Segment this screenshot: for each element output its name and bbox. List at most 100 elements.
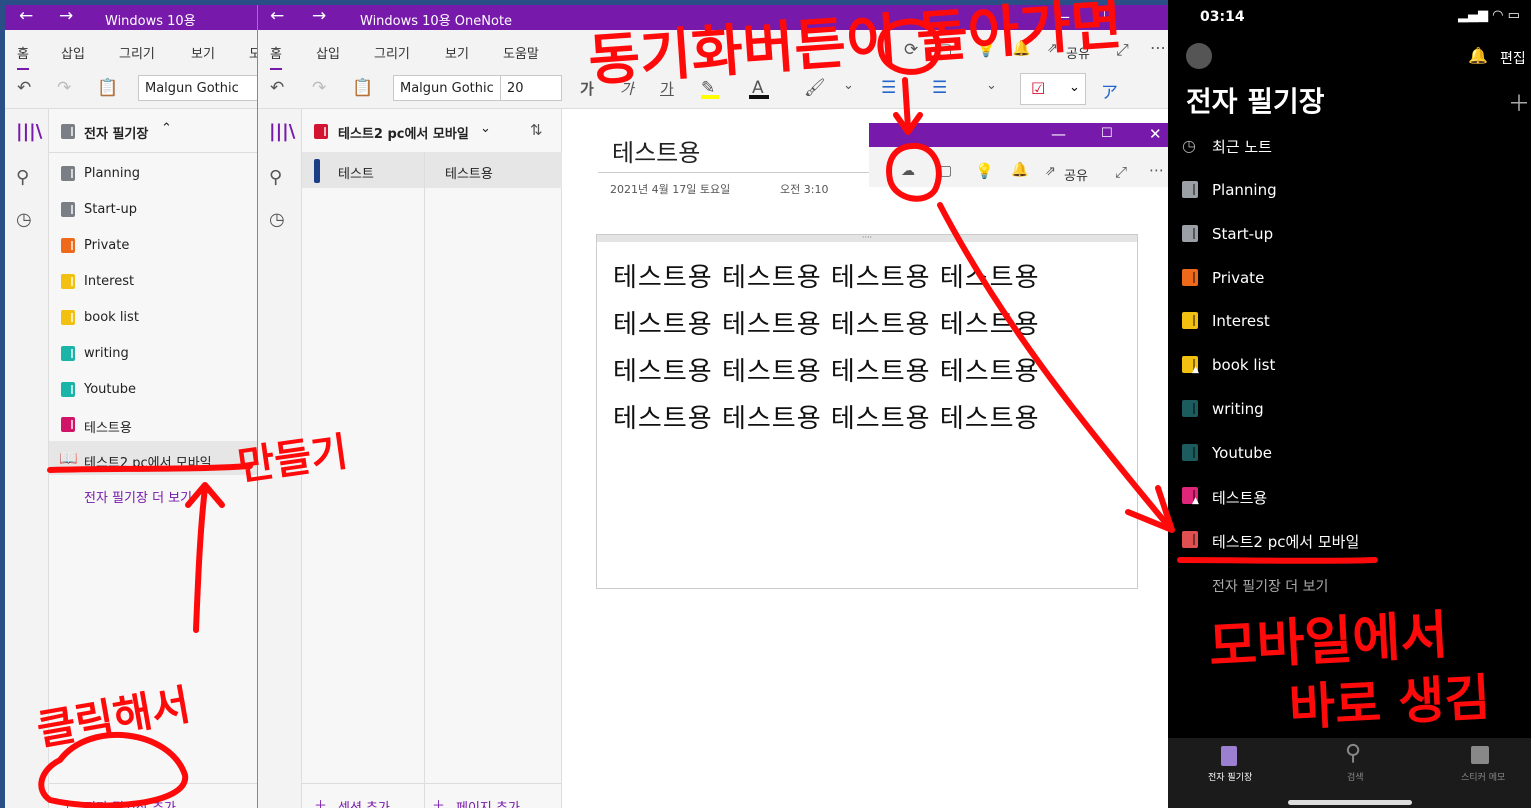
cloud-sync-icon[interactable]: ☁ [901,163,915,179]
share-icon[interactable]: ⇗ [1047,41,1058,56]
tab-search[interactable]: 검색 [1347,770,1364,783]
italic-button[interactable]: 가 [620,78,634,99]
notebook-item-test[interactable]: 테스트용 [1212,487,1267,508]
recent-icon[interactable]: ◷ [269,209,285,230]
clear-format-icon[interactable]: 🖌 [804,78,826,98]
sticky-note-icon[interactable]: ▢ [939,163,952,179]
chevron-down-icon[interactable]: ⌄ [986,78,997,93]
notebook-item-youtube[interactable]: Youtube [84,382,136,397]
search-icon[interactable]: ⚲ [16,167,29,188]
body-line[interactable]: 테스트용 테스트용 테스트용 테스트용 [613,398,1040,435]
notebooks-tab-icon[interactable] [1221,746,1237,766]
font-family-box[interactable]: Malgun Gothic [138,75,257,101]
share-button[interactable]: 공유 [1064,165,1088,184]
underline-button[interactable]: 가 [660,78,674,99]
undo-icon[interactable]: ↶ [270,78,284,98]
redo-icon[interactable]: ↷ [57,78,71,98]
add-notebook-button[interactable]: 전자 필기장 추가 [84,797,176,808]
bullet-list-icon[interactable]: ☰ [881,78,896,98]
close-icon[interactable]: ✕ [1149,125,1162,143]
sticky-notes-tab-icon[interactable] [1471,746,1489,764]
redo-icon[interactable]: ↷ [312,78,326,98]
notebooks-icon[interactable]: |||\ [16,121,42,142]
notebook-item-planning[interactable]: Planning [1212,181,1277,199]
fullscreen-icon[interactable]: ⤢ [1115,163,1127,181]
add-icon[interactable]: ＋ [1508,86,1530,118]
lightbulb-icon[interactable]: 💡 [976,39,996,58]
more-icon[interactable]: ⋯ [1149,161,1164,179]
tab-notebooks[interactable]: 전자 필기장 [1208,770,1252,783]
bell-icon[interactable]: 🔔 [1468,46,1488,65]
notebook-item-book-list[interactable]: book list [84,310,139,325]
minimize-icon[interactable]: — [1051,125,1066,143]
tab-sticky-notes[interactable]: 스티커 메모 [1461,770,1505,783]
plus-icon[interactable]: ＋ [61,795,74,808]
lightbulb-icon[interactable]: 💡 [975,162,994,180]
more-notebooks-link[interactable]: 전자 필기장 더 보기 [84,487,192,506]
tab-home[interactable]: 홈 [270,43,282,70]
body-line[interactable]: 테스트용 테스트용 테스트용 테스트용 [613,257,1040,294]
search-icon[interactable]: ⚲ [269,167,282,188]
share-button[interactable]: 공유 [1066,43,1090,62]
undo-icon[interactable]: ↶ [17,78,31,98]
page-title[interactable]: 테스트용 [612,133,700,168]
tab-insert[interactable]: 삽입 [316,43,340,62]
notebook-item-startup[interactable]: Start-up [1212,225,1273,243]
notebook-item-planning[interactable]: Planning [84,166,140,181]
forward-arrow-icon[interactable]: → [312,6,326,26]
sort-icon[interactable]: ⇅ [530,121,543,139]
back-arrow-icon[interactable]: ← [270,6,284,26]
share-icon[interactable]: ⇗ [1045,164,1056,179]
body-line[interactable]: 테스트용 테스트용 테스트용 테스트용 [613,304,1040,341]
section-item-test[interactable]: 테스트 [338,163,374,182]
notebook-item-youtube[interactable]: Youtube [1212,444,1272,462]
chevron-up-icon[interactable]: ⌃ [161,121,172,136]
notebook-item-writing[interactable]: writing [1212,400,1264,418]
add-section-button[interactable]: 섹션 추가 [338,797,390,808]
font-size-box[interactable]: 20 [500,75,562,101]
body-line[interactable]: 테스트용 테스트용 테스트용 테스트용 [613,351,1040,388]
bell-icon[interactable]: 🔔 [1012,39,1031,57]
chevron-down-icon[interactable]: ⌄ [843,78,854,93]
recent-icon[interactable]: ◷ [16,209,32,230]
note-container[interactable]: ···· 테스트용 테스트용 테스트용 테스트용 테스트용 테스트용 테스트용 … [596,234,1138,589]
bell-icon[interactable]: 🔔 [1011,162,1028,178]
notebooks-icon[interactable]: |||\ [269,121,295,142]
maximize-icon[interactable]: ☐ [1103,8,1116,24]
tab-home[interactable]: 홈 [17,43,29,70]
minimize-icon[interactable]: — [1054,7,1070,26]
notebook-item-private[interactable]: Private [84,238,129,253]
chevron-down-icon[interactable]: ⌄ [480,121,491,136]
notebook-item-startup[interactable]: Start-up [84,202,137,217]
notebook-item-interest[interactable]: Interest [84,274,134,289]
plus-icon[interactable]: ＋ [432,795,445,808]
sync-icon[interactable]: ⟳ [904,40,918,60]
tab-help[interactable]: 도 [249,43,257,62]
edit-button[interactable]: 편집 [1500,48,1526,68]
numbered-list-icon[interactable]: ☰ [932,78,947,98]
page-item-test[interactable]: 테스트용 [445,163,493,182]
more-notebooks-link[interactable]: 전자 필기장 더 보기 [1212,576,1328,596]
notebook-item-book-list[interactable]: book list [1212,356,1275,374]
clipboard-icon[interactable]: 📋 [97,78,118,98]
back-arrow-icon[interactable]: ← [19,6,33,26]
recent-notes-item[interactable]: 최근 노트 [1212,136,1272,157]
fullscreen-icon[interactable]: ⤢ [1116,40,1129,60]
clipboard-icon[interactable]: 📋 [352,78,373,98]
notebook-item-interest[interactable]: Interest [1212,312,1270,330]
notebook-item-selected[interactable]: 테스트2 pc에서 모바일 [84,452,212,471]
tab-draw[interactable]: 그리기 [374,43,410,62]
tag-dropdown[interactable]: ☑ ⌄ [1020,73,1086,105]
spell-check-icon[interactable]: ア [1101,78,1118,103]
tab-view[interactable]: 보기 [191,43,215,62]
search-icon[interactable]: ⚲ [1345,741,1361,766]
container-handle[interactable]: ···· [597,234,1137,242]
bold-button[interactable]: 가 [580,78,594,99]
avatar[interactable] [1186,43,1212,69]
tab-insert[interactable]: 삽입 [61,43,85,62]
notebook-item-writing[interactable]: writing [84,346,129,361]
notebook-item-private[interactable]: Private [1212,269,1264,287]
notebook-header-label[interactable]: 전자 필기장 [84,123,148,142]
forward-arrow-icon[interactable]: → [59,6,73,26]
sticky-note-icon[interactable]: ▢ [938,40,952,58]
